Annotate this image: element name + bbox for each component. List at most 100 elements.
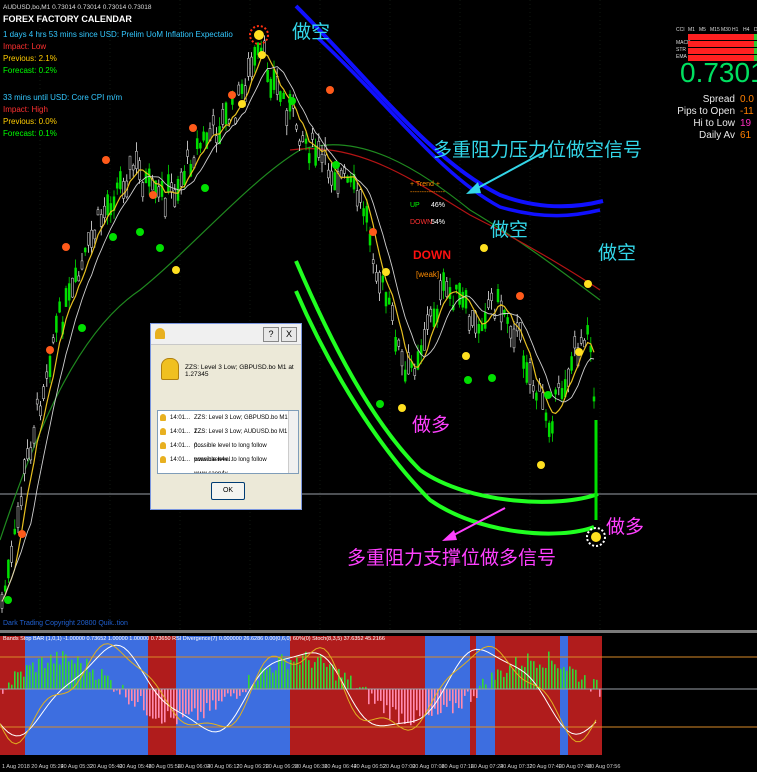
list-scrollbar[interactable] — [288, 411, 298, 473]
time-label: 20 Aug 06:36 — [295, 764, 327, 770]
candle-body — [426, 314, 429, 330]
candle-body — [394, 336, 397, 352]
signal-dot — [18, 530, 26, 538]
osc-histogram-bar — [98, 678, 100, 689]
osc-histogram-bar — [512, 668, 514, 689]
osc-histogram-bar — [464, 689, 466, 696]
close-button[interactable]: X — [281, 327, 297, 342]
osc-histogram-bar — [149, 689, 151, 717]
candle-body — [483, 311, 487, 329]
candle-body — [90, 229, 93, 248]
osc-histogram-bar — [329, 664, 331, 689]
osc-histogram-bar — [326, 666, 328, 689]
trend-cell — [743, 41, 754, 47]
candle-body — [381, 275, 385, 283]
osc-histogram-bar — [179, 689, 181, 712]
candle-body — [298, 140, 301, 146]
osc-histogram-bar — [257, 680, 259, 689]
osc-histogram-bar — [563, 667, 565, 689]
candle-body — [55, 315, 58, 333]
osc-histogram-bar — [26, 665, 28, 689]
osc-histogram-bar — [575, 669, 577, 689]
osc-histogram-bar — [11, 684, 13, 689]
help-button[interactable]: ? — [263, 327, 279, 342]
candle-body — [64, 288, 68, 307]
osc-histogram-bar — [170, 689, 172, 718]
stat-value: 0.0 — [740, 94, 754, 105]
osc-histogram-bar — [368, 689, 370, 705]
subwindow-divider[interactable] — [0, 630, 757, 633]
osc-histogram-bar — [200, 689, 202, 712]
time-label: 20 Aug 06:44 — [324, 764, 356, 770]
trend-cell — [721, 48, 732, 54]
trend-signal: DOWN — [413, 248, 451, 262]
osc-histogram-bar — [425, 689, 427, 714]
osc-histogram-bar — [224, 689, 226, 697]
osc-histogram-bar — [566, 670, 568, 689]
osc-histogram-bar — [101, 669, 103, 689]
candle-body — [71, 277, 74, 298]
candle-body — [87, 232, 90, 246]
alert-dialog[interactable]: ? X ZZS: Level 3 Low; GBPUSD.bo M1 at 1.… — [150, 323, 302, 510]
time-label: 20 Aug 05:32 — [61, 764, 93, 770]
osc-histogram-bar — [311, 667, 313, 689]
alert-history-list[interactable]: 14:01... ZZS: Level 3 Low; GBPUSD.bo M1 a… — [157, 410, 299, 474]
osc-histogram-bar — [386, 689, 388, 706]
candle-body — [250, 56, 253, 77]
list-item[interactable]: 14:01... ZZS: Level 3 Low; AUDUSD.bo M1 a… — [158, 425, 298, 449]
osc-histogram-bar — [350, 675, 352, 689]
candle-body — [579, 337, 583, 344]
osc-histogram-bar — [458, 689, 460, 709]
price-chart[interactable]: 1 Aug 2018 20 Aug 05:2420 Aug 05:3220 Aug… — [0, 0, 757, 772]
signal-dot — [258, 51, 266, 59]
stat-label: Hi to Low — [693, 118, 735, 129]
time-label: 20 Aug 05:56 — [149, 764, 181, 770]
candle-body — [58, 301, 61, 313]
resistance-signal-label: 多重阻力压力位做空信号 — [433, 139, 643, 161]
candle-body — [224, 102, 228, 125]
osc-histogram-bar — [137, 689, 139, 703]
list-item[interactable]: 14:01... possible level to long follow ww… — [158, 453, 298, 473]
candle-body — [442, 272, 445, 291]
osc-histogram-bar — [596, 679, 598, 689]
signal-dot — [201, 184, 209, 192]
time-label: 20 Aug 07:56 — [588, 764, 620, 770]
candle-body — [106, 194, 109, 216]
osc-histogram-bar — [194, 689, 196, 709]
trend-cell — [699, 41, 710, 47]
list-item[interactable]: 14:01... ZZS: Level 3 Low; GBPUSD.bo M1 a… — [158, 411, 298, 435]
timeframe-label: H4 — [743, 27, 750, 33]
short-signal-label-mid: 做空 — [490, 219, 529, 241]
osc-histogram-bar — [140, 689, 142, 696]
osc-histogram-bar — [314, 662, 316, 689]
candle-body — [554, 389, 557, 395]
osc-histogram-bar — [29, 665, 31, 689]
candle-body — [23, 459, 26, 474]
time-label: 20 Aug 07:40 — [529, 764, 561, 770]
candle-body — [551, 421, 554, 434]
candle-body — [432, 308, 436, 328]
candle-body — [567, 368, 570, 387]
candle-body — [131, 165, 135, 171]
osc-histogram-bar — [176, 689, 178, 725]
osc-histogram-bar — [491, 672, 493, 689]
osc-histogram-bar — [20, 671, 22, 689]
signal-dot — [172, 266, 180, 274]
list-item[interactable]: 14:01... possible level to long follow ww… — [158, 439, 298, 463]
bell-icon — [160, 456, 166, 463]
osc-histogram-bar — [206, 689, 208, 704]
candle-body — [215, 135, 218, 143]
osc-histogram-bar — [524, 667, 526, 689]
alert-titlebar[interactable]: ? X — [151, 324, 301, 345]
candle-body — [195, 138, 199, 150]
candle-body — [509, 326, 513, 339]
osc-histogram-bar — [569, 666, 571, 689]
candle-body — [247, 58, 250, 77]
osc-histogram-bar — [215, 689, 217, 710]
osc-histogram-bar — [143, 689, 145, 711]
ok-button[interactable]: OK — [211, 482, 245, 500]
osc-histogram-bar — [146, 689, 148, 716]
osc-histogram-bar — [296, 657, 298, 689]
candle-body — [314, 147, 317, 166]
signal-dot — [464, 376, 472, 384]
